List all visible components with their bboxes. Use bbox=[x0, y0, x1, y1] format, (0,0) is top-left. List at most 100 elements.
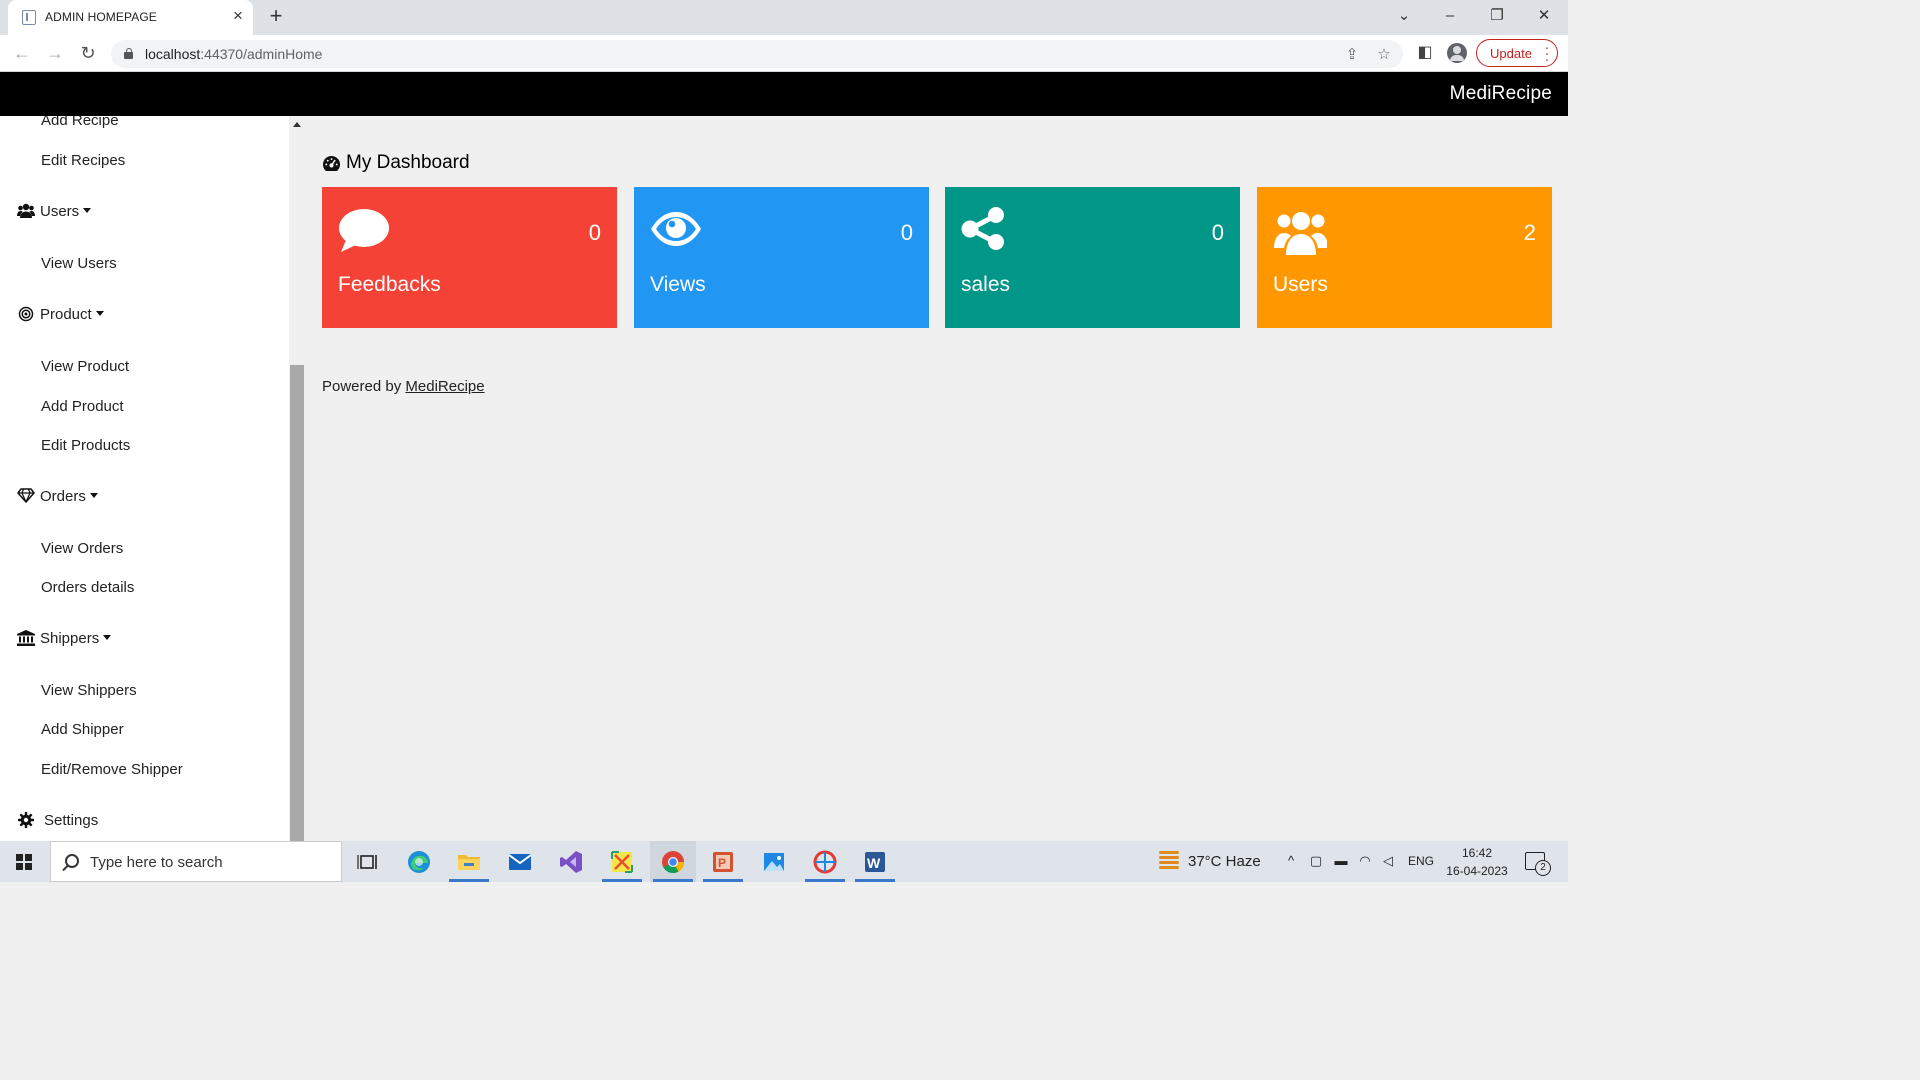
file-explorer-icon[interactable] bbox=[446, 841, 492, 882]
address-bar[interactable]: localhost:44370/adminHome ⇪ ☆ bbox=[111, 40, 1403, 68]
wifi-icon[interactable]: ◠ bbox=[1357, 853, 1373, 869]
users-icon bbox=[1274, 212, 1327, 255]
notification-count-badge: 2 bbox=[1535, 860, 1551, 876]
eye-icon bbox=[651, 212, 701, 246]
taskbar-clock[interactable]: 16:42 16-04-2023 bbox=[1446, 844, 1508, 880]
bullseye-icon bbox=[17, 306, 35, 324]
caret-down-icon bbox=[83, 208, 92, 213]
browser-tab[interactable]: ADMIN HOMEPAGE × bbox=[8, 0, 253, 35]
close-tab-icon[interactable]: × bbox=[229, 7, 247, 25]
back-button[interactable]: ← bbox=[11, 42, 33, 64]
scroll-up-arrow-icon[interactable] bbox=[293, 122, 301, 127]
diamond-icon bbox=[17, 488, 35, 506]
clock-time: 16:42 bbox=[1461, 846, 1493, 860]
sidebar-item-add-shipper[interactable]: Add Shipper bbox=[41, 721, 124, 738]
snipping-tool-icon[interactable] bbox=[599, 841, 645, 882]
feedbacks-label: Feedbacks bbox=[338, 273, 441, 296]
close-window-button[interactable]: ✕ bbox=[1533, 5, 1555, 27]
lock-icon[interactable] bbox=[124, 48, 133, 59]
meet-now-icon[interactable]: ▢ bbox=[1308, 853, 1324, 869]
haze-weather-icon[interactable] bbox=[1159, 851, 1179, 869]
side-panel-icon[interactable]: ◧ bbox=[1414, 42, 1436, 64]
bookmark-star-icon[interactable]: ☆ bbox=[1374, 45, 1394, 65]
sidebar-group-product[interactable]: Product bbox=[40, 306, 104, 323]
forward-button[interactable]: → bbox=[44, 42, 66, 64]
comment-icon bbox=[339, 209, 389, 252]
clock-date: 16-04-2023 bbox=[1446, 864, 1508, 878]
windows-start-icon[interactable] bbox=[16, 854, 32, 870]
users-count: 2 bbox=[1523, 220, 1536, 245]
new-tab-button[interactable]: + bbox=[265, 5, 287, 27]
sidebar-item-orders-details[interactable]: Orders details bbox=[41, 579, 134, 596]
sidebar-group-shippers[interactable]: Shippers bbox=[40, 630, 112, 647]
sidebar-item-settings[interactable]: Settings bbox=[44, 812, 98, 829]
sidebar-scrollbar[interactable] bbox=[289, 116, 305, 841]
running-indicator bbox=[449, 879, 489, 882]
running-indicator bbox=[703, 879, 743, 882]
feedbacks-count: 0 bbox=[588, 220, 601, 245]
sales-card[interactable]: 0 sales bbox=[945, 187, 1240, 328]
sidebar-item-edit-products[interactable]: Edit Products bbox=[41, 437, 130, 454]
sidebar-item-view-shippers[interactable]: View Shippers bbox=[41, 682, 137, 699]
sales-count: 0 bbox=[1211, 220, 1224, 245]
running-indicator bbox=[855, 879, 895, 882]
profile-avatar-icon[interactable] bbox=[1447, 43, 1467, 63]
sidebar-item-add-recipe[interactable]: Add Recipe bbox=[41, 116, 119, 129]
sidebar-group-orders[interactable]: Orders bbox=[40, 488, 98, 505]
minimize-button[interactable]: – bbox=[1439, 5, 1461, 27]
sidebar-item-add-product[interactable]: Add Product bbox=[41, 398, 124, 415]
users-card[interactable]: 2 Users bbox=[1257, 187, 1552, 328]
medirecipe-link[interactable]: MediRecipe bbox=[405, 378, 484, 395]
users-label: Users bbox=[1273, 273, 1328, 296]
mail-icon[interactable] bbox=[497, 841, 543, 882]
photos-icon[interactable] bbox=[751, 841, 797, 882]
url-text: localhost:44370/adminHome bbox=[145, 46, 323, 62]
browser-tab-bar: ADMIN HOMEPAGE × + ⌄ – ❐ ✕ bbox=[0, 0, 1568, 35]
task-view-icon[interactable] bbox=[345, 841, 391, 882]
sales-label: sales bbox=[961, 273, 1011, 296]
share-page-icon[interactable]: ⇪ bbox=[1342, 45, 1362, 65]
svg-text:P: P bbox=[718, 856, 726, 870]
tab-title: ADMIN HOMEPAGE bbox=[45, 10, 157, 24]
scrollbar-thumb[interactable] bbox=[290, 365, 304, 841]
reload-button[interactable]: ↻ bbox=[77, 42, 99, 64]
update-button[interactable]: Update · · · bbox=[1476, 39, 1558, 67]
users-icon bbox=[17, 203, 35, 221]
chrome-icon[interactable] bbox=[650, 841, 696, 882]
sidebar-item-edit-recipes[interactable]: Edit Recipes bbox=[41, 152, 125, 169]
taskbar-search-box[interactable]: Type here to search bbox=[50, 841, 342, 882]
app-icon[interactable] bbox=[802, 841, 848, 882]
views-count: 0 bbox=[900, 220, 913, 245]
sidebar-item-view-users[interactable]: View Users bbox=[41, 255, 117, 272]
volume-icon[interactable]: ◁ bbox=[1380, 853, 1396, 869]
edge-icon[interactable] bbox=[396, 841, 442, 882]
running-indicator bbox=[653, 879, 693, 882]
feedbacks-card[interactable]: 0 Feedbacks bbox=[322, 187, 617, 328]
bank-icon bbox=[17, 630, 35, 648]
sidebar-item-view-product[interactable]: View Product bbox=[41, 358, 129, 375]
caret-down-icon bbox=[89, 493, 98, 498]
taskbar-search-placeholder: Type here to search bbox=[90, 854, 223, 871]
update-label: Update bbox=[1490, 46, 1532, 61]
brand-title[interactable]: MediRecipe bbox=[1450, 83, 1552, 105]
sidebar-item-edit-remove-shipper[interactable]: Edit/Remove Shipper bbox=[41, 761, 183, 778]
share-icon bbox=[961, 207, 1004, 250]
restore-button[interactable]: ❐ bbox=[1486, 5, 1508, 27]
visual-studio-icon[interactable] bbox=[548, 841, 594, 882]
svg-text:W: W bbox=[867, 855, 881, 871]
browser-toolbar: ← → ↻ localhost:44370/adminHome ⇪ ☆ Upda… bbox=[0, 35, 1568, 72]
dashboard-title-text: My Dashboard bbox=[346, 152, 470, 173]
word-icon[interactable]: W bbox=[852, 841, 898, 882]
sidebar-item-view-orders[interactable]: View Orders bbox=[41, 540, 123, 557]
show-hidden-icons-chevron-icon[interactable]: ^ bbox=[1283, 853, 1299, 869]
powerpoint-icon[interactable]: P bbox=[700, 841, 746, 882]
language-indicator[interactable]: ENG bbox=[1408, 853, 1434, 869]
menu-dots-icon[interactable]: · · · bbox=[1543, 40, 1551, 66]
dashboard-gauge-icon bbox=[323, 155, 341, 171]
views-card[interactable]: 0 Views bbox=[634, 187, 929, 328]
tab-search-chevron-icon[interactable]: ⌄ bbox=[1393, 5, 1415, 27]
battery-icon[interactable]: ▬ bbox=[1333, 853, 1349, 869]
search-icon bbox=[65, 854, 79, 868]
sidebar-group-users[interactable]: Users bbox=[40, 203, 92, 220]
weather-text[interactable]: 37°C Haze bbox=[1188, 853, 1261, 870]
